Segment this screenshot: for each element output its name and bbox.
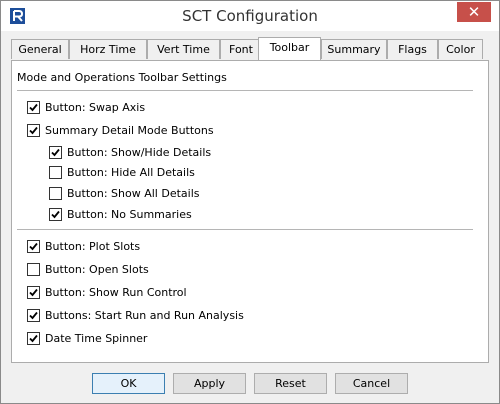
option-plot-slots[interactable]: Button: Plot Slots — [27, 238, 140, 254]
tab-general[interactable]: General — [11, 39, 69, 59]
tab-bar: General Horz Time Vert Time Font Toolbar… — [11, 37, 491, 61]
divider — [17, 90, 473, 91]
close-icon[interactable]: ✕ — [457, 2, 491, 22]
tab-font[interactable]: Font — [220, 39, 262, 59]
tab-flags[interactable]: Flags — [387, 39, 438, 59]
window-title: SCT Configuration — [182, 7, 318, 25]
checkbox[interactable] — [49, 165, 62, 179]
tab-color[interactable]: Color — [438, 39, 483, 59]
checkbox[interactable] — [27, 262, 40, 276]
option-label: Button: No Summaries — [67, 207, 192, 221]
option-show-run-control[interactable]: Button: Show Run Control — [27, 284, 187, 300]
checkbox-checked[interactable] — [27, 100, 40, 114]
option-start-run-analysis[interactable]: Buttons: Start Run and Run Analysis — [27, 307, 244, 323]
cancel-button[interactable]: Cancel — [335, 373, 408, 394]
tab-toolbar[interactable]: Toolbar — [258, 37, 321, 60]
option-swap-axis[interactable]: Button: Swap Axis — [27, 99, 145, 115]
option-label: Button: Show/Hide Details — [67, 145, 212, 159]
option-hide-all-details[interactable]: Button: Hide All Details — [49, 164, 195, 180]
checkbox-checked[interactable] — [27, 308, 40, 322]
option-label: Button: Hide All Details — [67, 165, 195, 179]
tab-horz-time[interactable]: Horz Time — [69, 39, 147, 59]
checkbox[interactable] — [49, 186, 62, 200]
checkbox-checked[interactable] — [27, 239, 40, 253]
option-date-time-spinner[interactable]: Date Time Spinner — [27, 330, 147, 346]
checkbox-checked[interactable] — [49, 207, 62, 221]
apply-button[interactable]: Apply — [173, 373, 246, 394]
option-label: Button: Open Slots — [45, 262, 149, 276]
checkbox-checked[interactable] — [27, 285, 40, 299]
option-label: Button: Swap Axis — [45, 100, 146, 114]
option-no-summaries[interactable]: Button: No Summaries — [49, 206, 192, 222]
title-bar[interactable]: SCT Configuration ✕ — [1, 1, 499, 31]
option-label: Button: Show All Details — [67, 186, 200, 200]
divider — [17, 229, 473, 230]
option-label: Button: Show Run Control — [45, 285, 187, 299]
option-label: Button: Plot Slots — [45, 239, 141, 253]
option-open-slots[interactable]: Button: Open Slots — [27, 261, 149, 277]
option-show-all-details[interactable]: Button: Show All Details — [49, 185, 200, 201]
option-label: Date Time Spinner — [45, 331, 148, 345]
checkbox-checked[interactable] — [49, 145, 62, 159]
ok-button[interactable]: OK — [92, 373, 165, 394]
tab-summary[interactable]: Summary — [321, 39, 387, 59]
option-label: Summary Detail Mode Buttons — [45, 123, 214, 137]
section-title: Mode and Operations Toolbar Settings — [17, 71, 227, 84]
option-summary-detail-mode[interactable]: Summary Detail Mode Buttons — [27, 122, 214, 138]
tab-vert-time[interactable]: Vert Time — [147, 39, 220, 59]
checkbox-checked[interactable] — [27, 123, 40, 137]
option-show-hide-details[interactable]: Button: Show/Hide Details — [49, 144, 211, 160]
reset-button[interactable]: Reset — [254, 373, 327, 394]
option-label: Buttons: Start Run and Run Analysis — [45, 308, 244, 322]
checkbox-checked[interactable] — [27, 331, 40, 345]
dialog-window: SCT Configuration ✕ General Horz Time Ve… — [0, 0, 500, 404]
